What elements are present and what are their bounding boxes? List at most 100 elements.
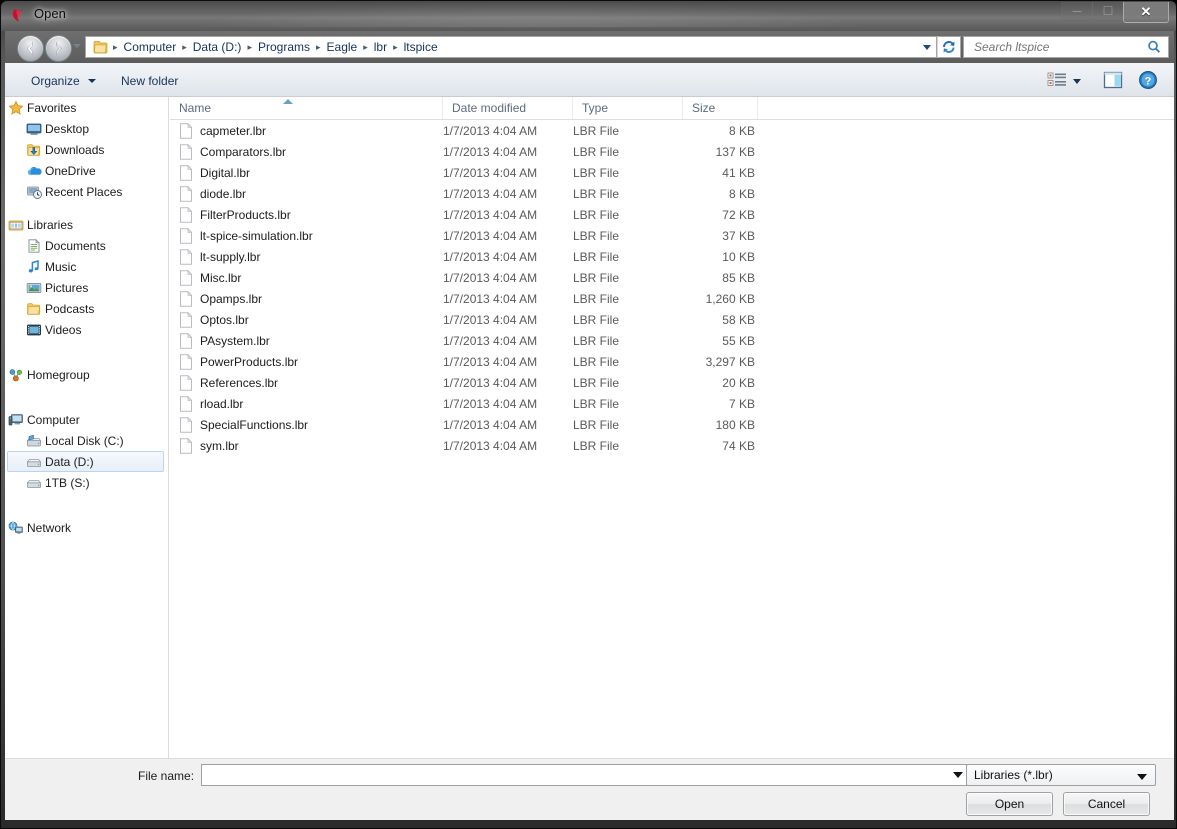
folder-icon — [93, 40, 109, 54]
file-type-cell: LBR File — [573, 313, 683, 327]
sidebar-item-downloads[interactable]: Downloads — [5, 139, 168, 160]
table-row[interactable]: capmeter.lbr1/7/2013 4:04 AMLBR File8 KB — [170, 120, 1174, 141]
file-type-cell: LBR File — [573, 124, 683, 138]
computer-icon — [8, 412, 24, 428]
file-name-cell: PAsystem.lbr — [170, 333, 443, 349]
file-name-input[interactable] — [201, 764, 949, 786]
file-type-cell: LBR File — [573, 271, 683, 285]
column-header-label: Date modified — [452, 101, 526, 115]
nav-group-libraries[interactable]: Libraries — [5, 214, 168, 235]
sidebar-item-1tb-s[interactable]: 1TB (S:) — [5, 472, 168, 493]
breadcrumb-item-lbr[interactable]: lbr — [369, 38, 392, 56]
table-row[interactable]: Optos.lbr1/7/2013 4:04 AMLBR File58 KB — [170, 309, 1174, 330]
sidebar-item-podcasts[interactable]: Podcasts — [5, 298, 168, 319]
view-list-icon — [1047, 71, 1067, 89]
column-header-type[interactable]: Type — [573, 97, 683, 119]
table-row[interactable]: lt-supply.lbr1/7/2013 4:04 AMLBR File10 … — [170, 246, 1174, 267]
table-row[interactable]: Digital.lbr1/7/2013 4:04 AMLBR File41 KB — [170, 162, 1174, 183]
maximize-button[interactable]: ☐ — [1092, 2, 1124, 23]
file-size-cell: 55 KB — [683, 334, 755, 348]
file-name-cell: sym.lbr — [170, 438, 443, 454]
nav-spacer — [5, 505, 168, 517]
table-row[interactable]: diode.lbr1/7/2013 4:04 AMLBR File8 KB — [170, 183, 1174, 204]
file-list-pane[interactable]: Name Date modified Type Size capmeter.lb… — [170, 97, 1174, 758]
column-header-size[interactable]: Size — [683, 97, 758, 119]
search-box[interactable] — [963, 36, 1169, 58]
breadcrumb-item-data-d[interactable]: Data (D:) — [188, 38, 247, 56]
table-row[interactable]: Misc.lbr1/7/2013 4:04 AMLBR File85 KB — [170, 267, 1174, 288]
address-dropdown-button[interactable] — [917, 36, 937, 58]
sidebar-item-desktop[interactable]: Desktop — [5, 118, 168, 139]
breadcrumb-item-ltspice[interactable]: ltspice — [399, 38, 443, 56]
table-row[interactable]: PowerProducts.lbr1/7/2013 4:04 AMLBR Fil… — [170, 351, 1174, 372]
sidebar-item-recent-places[interactable]: Recent Places — [5, 181, 168, 202]
file-type-cell: LBR File — [573, 439, 683, 453]
table-row[interactable]: sym.lbr1/7/2013 4:04 AMLBR File74 KB — [170, 435, 1174, 456]
drive-icon — [26, 475, 42, 491]
minimize-button[interactable]: ─ — [1061, 2, 1093, 23]
chevron-down-icon — [953, 772, 963, 778]
sidebar-item-music[interactable]: Music — [5, 256, 168, 277]
navigation-pane[interactable]: Favorites Desktop — [5, 97, 169, 758]
close-button[interactable]: ✕ — [1123, 2, 1169, 23]
file-icon — [179, 396, 193, 412]
breadcrumb[interactable]: ▸ Computer ▸ Data (D:) ▸ Programs ▸ Eagl… — [85, 36, 937, 58]
column-header-date-modified[interactable]: Date modified — [443, 97, 573, 119]
file-type-cell: LBR File — [573, 250, 683, 264]
sidebar-item-data-d[interactable]: Data (D:) — [7, 451, 164, 472]
nav-label: Documents — [45, 239, 106, 253]
column-header-name[interactable]: Name — [170, 97, 443, 119]
sidebar-item-documents[interactable]: Documents — [5, 235, 168, 256]
nav-label: Music — [45, 260, 76, 274]
file-name-text: Digital.lbr — [200, 166, 250, 180]
nav-group-computer[interactable]: Computer — [5, 409, 168, 430]
pictures-icon — [26, 280, 42, 296]
breadcrumb-item-eagle[interactable]: Eagle — [322, 38, 363, 56]
table-row[interactable]: rload.lbr1/7/2013 4:04 AMLBR File7 KB — [170, 393, 1174, 414]
table-row[interactable]: Comparators.lbr1/7/2013 4:04 AMLBR File1… — [170, 141, 1174, 162]
table-row[interactable]: SpecialFunctions.lbr1/7/2013 4:04 AMLBR … — [170, 414, 1174, 435]
table-row[interactable]: Opamps.lbr1/7/2013 4:04 AMLBR File1,260 … — [170, 288, 1174, 309]
file-name-cell: lt-spice-simulation.lbr — [170, 228, 443, 244]
forward-button[interactable] — [45, 35, 72, 62]
search-input[interactable] — [972, 39, 1146, 55]
file-icon — [179, 270, 193, 286]
cancel-button[interactable]: Cancel — [1063, 792, 1150, 816]
file-name-dropdown-button[interactable] — [949, 764, 967, 786]
sidebar-item-pictures[interactable]: Pictures — [5, 277, 168, 298]
column-header-blank[interactable] — [758, 97, 798, 119]
table-row[interactable]: References.lbr1/7/2013 4:04 AMLBR File20… — [170, 372, 1174, 393]
sidebar-item-homegroup[interactable]: Homegroup — [5, 364, 168, 385]
nav-group-favorites[interactable]: Favorites — [5, 97, 168, 118]
table-row[interactable]: FilterProducts.lbr1/7/2013 4:04 AMLBR Fi… — [170, 204, 1174, 225]
sidebar-item-network[interactable]: Network — [5, 517, 168, 538]
libraries-icon — [8, 217, 24, 233]
file-date-cell: 1/7/2013 4:04 AM — [443, 313, 573, 327]
file-size-cell: 85 KB — [683, 271, 755, 285]
sidebar-item-onedrive[interactable]: OneDrive — [5, 160, 168, 181]
preview-pane-button[interactable] — [1102, 70, 1124, 95]
file-name-text: PAsystem.lbr — [200, 334, 270, 348]
organize-button[interactable]: Organize — [25, 72, 86, 90]
sidebar-item-local-disk-c[interactable]: Local Disk (C:) — [5, 430, 168, 451]
open-button[interactable]: Open — [966, 792, 1053, 816]
nav-label: Data (D:) — [45, 455, 94, 469]
chevron-down-icon[interactable] — [1073, 79, 1081, 84]
file-icon — [179, 312, 193, 328]
file-type-select[interactable]: Libraries (*.lbr) — [966, 764, 1156, 786]
sidebar-item-videos[interactable]: Videos — [5, 319, 168, 340]
recent-pages-dropdown[interactable] — [73, 44, 81, 48]
breadcrumb-item-programs[interactable]: Programs — [253, 38, 315, 56]
onedrive-icon — [26, 163, 42, 179]
nav-label: Videos — [45, 323, 81, 337]
back-button[interactable] — [17, 35, 44, 62]
breadcrumb-item-computer[interactable]: Computer — [119, 38, 182, 56]
table-row[interactable]: PAsystem.lbr1/7/2013 4:04 AMLBR File55 K… — [170, 330, 1174, 351]
change-view-button[interactable] — [1047, 71, 1067, 94]
refresh-button[interactable] — [937, 36, 961, 58]
desktop-icon — [26, 121, 42, 137]
new-folder-button[interactable]: New folder — [115, 72, 184, 90]
file-date-cell: 1/7/2013 4:04 AM — [443, 271, 573, 285]
table-row[interactable]: lt-spice-simulation.lbr1/7/2013 4:04 AML… — [170, 225, 1174, 246]
help-button[interactable]: ? — [1138, 70, 1158, 95]
